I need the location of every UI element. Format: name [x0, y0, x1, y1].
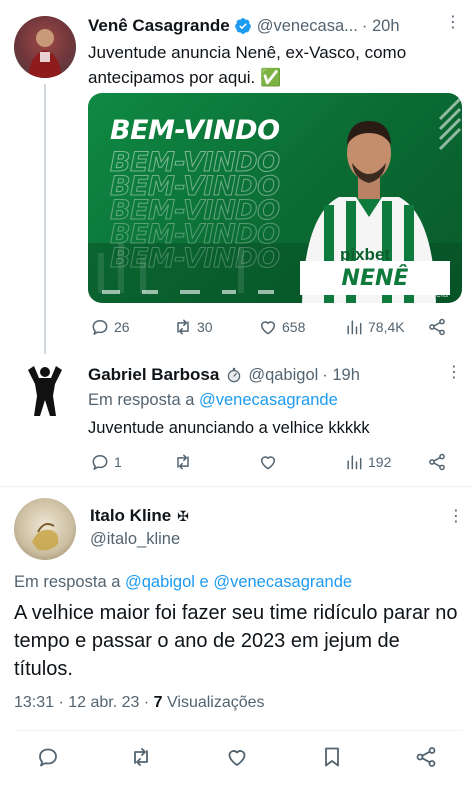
- sponsor-logo-icon: [258, 290, 274, 294]
- avatar-vene-photo: [14, 16, 76, 78]
- share-icon: [429, 453, 445, 471]
- reply-prefix: Em resposta a: [14, 573, 121, 591]
- bookmark-icon: [325, 747, 339, 767]
- divider: [14, 730, 462, 731]
- avatar-vene[interactable]: [14, 16, 76, 78]
- tweet2-reply-context: Em resposta a @venecasagrande: [88, 391, 338, 410]
- media-corner-text: Meia: [428, 289, 448, 299]
- verified-badge-icon: [234, 17, 252, 35]
- views-chart-icon: [347, 320, 362, 335]
- tweet2-text: Juventude anunciando a velhice kkkkk: [88, 419, 370, 437]
- share-button[interactable]: [414, 745, 438, 769]
- views-chart-icon: [347, 455, 362, 470]
- retweet-icon: [134, 748, 148, 766]
- divider: [0, 486, 474, 487]
- like-button[interactable]: [258, 452, 278, 472]
- sponsor-logo-icon: [180, 290, 200, 294]
- maltese-cross-icon: ✠: [177, 507, 189, 524]
- tweet1-handle[interactable]: @venecasa...: [257, 17, 358, 36]
- tweet1-author-name[interactable]: Venê Casagrande: [88, 16, 230, 36]
- sponsor-logo-icon: [142, 290, 158, 294]
- tweet2-actions: 1 192: [90, 451, 450, 473]
- share-icon: [429, 318, 445, 336]
- like-button[interactable]: [225, 745, 249, 769]
- avatar-gabriel[interactable]: [22, 362, 68, 418]
- like-button[interactable]: 658: [258, 317, 305, 337]
- tweet1-media[interactable]: BEM-VINDO BEM-VINDO BEM-VINDO BEM-VINDO …: [88, 93, 462, 303]
- retweet-button[interactable]: 30: [173, 317, 213, 337]
- tweet2-handle[interactable]: @qabigol: [248, 366, 318, 385]
- sponsor-logo-icon: [222, 290, 236, 294]
- more-options-icon[interactable]: ⋮: [446, 362, 462, 382]
- tweet3-header: Italo Kline ✠ @italo_kline ⋮: [90, 506, 464, 549]
- share-button[interactable]: [427, 452, 447, 472]
- views-count: 78,4K: [368, 319, 405, 335]
- tweet2-time[interactable]: · 19h: [322, 366, 360, 385]
- tweet3-timestamp[interactable]: 13:31 · 12 abr. 23 ·: [14, 694, 149, 711]
- views-count: 192: [368, 454, 392, 470]
- retweet-button[interactable]: [129, 745, 153, 769]
- tweet3-actions: [36, 744, 456, 770]
- stopwatch-icon: [225, 366, 243, 384]
- avatar-italo[interactable]: [14, 498, 76, 560]
- heart-icon: [261, 456, 275, 470]
- tweet1-text: Juventude anuncia Nenê, ex-Vasco, como a…: [88, 43, 407, 87]
- reply-count: 1: [114, 454, 122, 470]
- media-headline: BEM-VINDO: [110, 115, 280, 146]
- reply-button[interactable]: [36, 745, 60, 769]
- reply-button[interactable]: 1: [90, 452, 122, 472]
- tweet1-time[interactable]: · 20h: [362, 17, 400, 36]
- avatar-italo-photo: [32, 523, 59, 551]
- media-footer-logos: [102, 290, 274, 294]
- tweet1-actions: 26 30 658 78,4K: [90, 316, 450, 338]
- more-options-icon[interactable]: ⋮: [448, 506, 464, 526]
- share-button[interactable]: [427, 317, 447, 337]
- tweet2-header: Gabriel Barbosa @qabigol · 19h ⋮: [88, 364, 468, 386]
- retweet-icon: [177, 319, 189, 335]
- reply-mention-link[interactable]: @qabigol: [125, 573, 195, 591]
- sponsor-logo-icon: [102, 290, 120, 294]
- tweet3-meta: 13:31 · 12 abr. 23 · 7 Visualizações: [14, 694, 265, 712]
- player-name: NENÊ: [341, 265, 409, 291]
- thread-line-1: [44, 84, 46, 354]
- tweet3-text: A velhice maior foi fazer seu time ridíc…: [14, 602, 458, 680]
- heart-icon: [261, 321, 275, 335]
- tweet2-author-name[interactable]: Gabriel Barbosa: [88, 365, 219, 385]
- bookmark-button[interactable]: [320, 745, 344, 769]
- reply-mention-link[interactable]: @venecasagrande: [199, 391, 338, 409]
- avatar-gabriel-figure: [28, 366, 62, 416]
- reply-mention-link[interactable]: @venecasagrande: [213, 573, 352, 591]
- reply-prefix: Em resposta a: [88, 391, 195, 409]
- share-icon: [416, 747, 436, 767]
- tweet3-handle[interactable]: @italo_kline: [90, 530, 460, 549]
- reply-icon: [39, 748, 57, 767]
- reply-icon: [92, 455, 108, 470]
- media-headline-echo-5: BEM-VINDO: [110, 243, 281, 275]
- retweet-count: 30: [197, 319, 213, 335]
- more-options-icon[interactable]: ⋮: [445, 12, 462, 32]
- reply-button[interactable]: 26: [90, 317, 130, 337]
- tweet3-views-label[interactable]: Visualizações: [167, 694, 265, 711]
- tweet1-header: Venê Casagrande @venecasa... · 20h ⋮: [88, 14, 468, 38]
- reply-count: 26: [114, 319, 130, 335]
- tweet3-views-count: 7: [153, 694, 163, 711]
- tweet3-author-name[interactable]: Italo Kline: [90, 506, 171, 526]
- like-count: 658: [282, 319, 306, 335]
- retweet-icon: [177, 454, 189, 470]
- views-button[interactable]: 78,4K: [344, 317, 405, 337]
- tweet3-reply-context: Em resposta a @qabigol e @venecasagrande: [14, 573, 352, 592]
- reply-joiner: e: [199, 573, 209, 591]
- views-button[interactable]: 192: [344, 452, 391, 472]
- heart-icon: [228, 750, 246, 766]
- retweet-button[interactable]: [173, 452, 193, 472]
- reply-icon: [92, 320, 108, 335]
